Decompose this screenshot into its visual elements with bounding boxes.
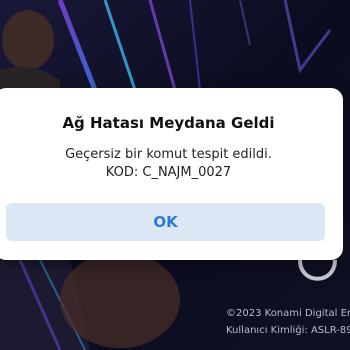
error-description: Geçersiz bir komut tespit edildi. (65, 147, 272, 162)
copyright-text: ©2023 Konami Digital Ent (226, 308, 350, 319)
game-screen: Ağ Hatası Meydana Geldi Geçersiz bir kom… (0, 0, 350, 350)
ok-button[interactable]: OK (6, 203, 325, 241)
network-error-dialog: Ağ Hatası Meydana Geldi Geçersiz bir kom… (0, 88, 343, 260)
error-code: KOD: C_NAJM_0027 (105, 165, 232, 180)
user-id-text: Kullanıcı Kimliği: ASLR-89 (226, 325, 350, 336)
footer-info: ©2023 Konami Digital Ent Kullanıcı Kimli… (226, 305, 350, 339)
dialog-title: Ağ Hatası Meydana Geldi (62, 114, 275, 132)
dialog-message: Geçersiz bir komut tespit edildi. KOD: C… (0, 146, 343, 182)
